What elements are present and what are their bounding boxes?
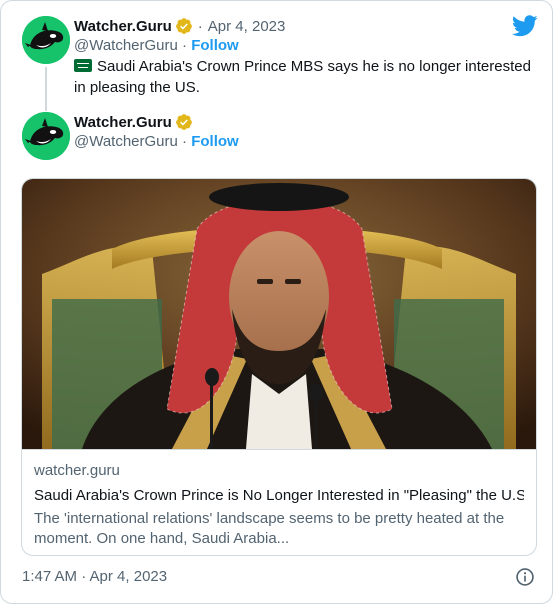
separator: · bbox=[197, 17, 203, 35]
author-row: Watcher.Guru bbox=[74, 113, 193, 131]
tweet-date[interactable]: Apr 4, 2023 bbox=[208, 18, 286, 35]
author-name[interactable]: Watcher.Guru bbox=[74, 18, 172, 35]
link-info: watcher.guru Saudi Arabia's Crown Prince… bbox=[22, 449, 536, 549]
info-circle-icon[interactable] bbox=[515, 567, 535, 587]
tweet-text: Saudi Arabia's Crown Prince MBS says he … bbox=[74, 56, 534, 98]
saudi-arabia-flag-icon bbox=[74, 59, 92, 72]
author-handle[interactable]: @WatcherGuru bbox=[74, 37, 178, 54]
link-domain: watcher.guru bbox=[34, 462, 120, 479]
separator: · bbox=[182, 133, 188, 150]
author-name[interactable]: Watcher.Guru bbox=[74, 114, 172, 131]
handle-row: @WatcherGuru · Follow bbox=[74, 133, 239, 150]
link-description: The 'international relations' landscape … bbox=[34, 510, 505, 547]
avatar[interactable] bbox=[22, 112, 70, 160]
thread-connector bbox=[45, 67, 47, 111]
follow-button[interactable]: Follow bbox=[191, 133, 239, 150]
verified-badge-icon bbox=[175, 114, 192, 130]
orca-logo-icon bbox=[22, 112, 70, 160]
orca-logo-icon bbox=[22, 16, 70, 64]
author-row: Watcher.Guru · Apr 4, 2023 bbox=[74, 17, 285, 35]
tweet-timestamp[interactable]: 1:47 AM · Apr 4, 2023 bbox=[22, 568, 167, 585]
article-image bbox=[22, 179, 536, 449]
follow-button[interactable]: Follow bbox=[191, 37, 239, 54]
tweet-body: Saudi Arabia's Crown Prince MBS says he … bbox=[74, 58, 531, 96]
verified-badge-icon bbox=[175, 18, 192, 34]
separator: · bbox=[182, 37, 188, 54]
link-preview-card[interactable]: watcher.guru Saudi Arabia's Crown Prince… bbox=[21, 178, 537, 556]
author-handle[interactable]: @WatcherGuru bbox=[74, 133, 178, 150]
twitter-bird-icon[interactable] bbox=[512, 15, 538, 37]
link-title: Saudi Arabia's Crown Prince is No Longer… bbox=[34, 487, 524, 504]
tweet-embed-card: Watcher.Guru · Apr 4, 2023 @WatcherGuru … bbox=[0, 0, 553, 604]
avatar[interactable] bbox=[22, 16, 70, 64]
handle-row: @WatcherGuru · Follow bbox=[74, 37, 239, 54]
